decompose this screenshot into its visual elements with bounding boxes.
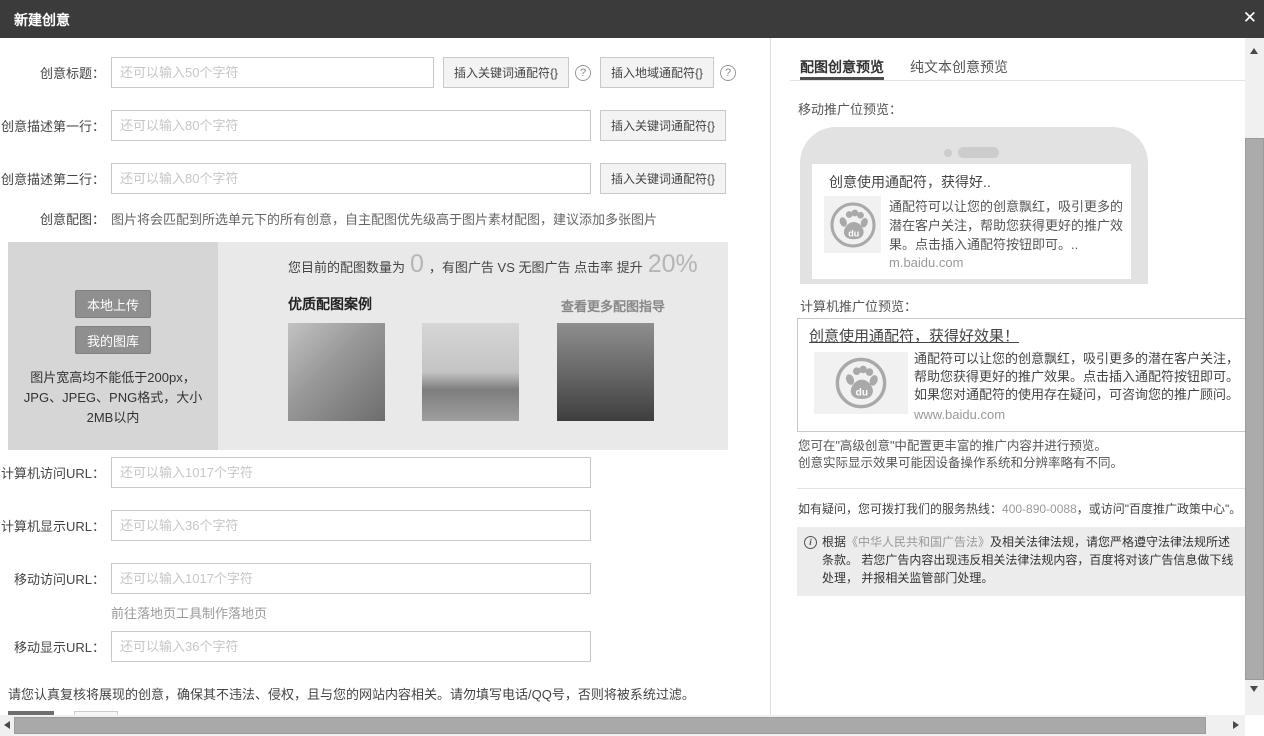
mobile-target-url-input[interactable] [111,563,591,594]
mobile-ad-title: 创意使用通配符，获得好.. [829,172,991,192]
local-upload-button[interactable]: 本地上传 [75,290,151,318]
svg-text:du: du [848,228,859,238]
creative-title-input[interactable] [111,57,434,88]
example-image-interior [288,323,385,421]
landing-page-tool-link[interactable]: 前往落地页工具制作落地页 [111,603,267,622]
creative-image-hint: 图片将会匹配到所选单元下的所有创意，自主配图优先级高于图片素材配图，建议添加多张… [111,209,657,228]
stats-count: 0 [410,250,424,279]
legal-notice-box: i 根据《中华人民共和国广告法》及相关法律法规，请您严格遵守法律法规所述条款。 … [797,527,1246,596]
mobile-ad-card: 创意使用通配符，获得好.. du 通配符可以让您的创意飘红，吸引更多的潜在客户关… [811,163,1132,280]
preview-tabs: 配图创意预览 纯文本创意预览 [800,57,1008,77]
dialog-titlebar: 新建创意 ✕ [0,0,1264,38]
stats-prefix: 您目前的配图数量为 [288,257,405,276]
preview-note-2: 创意实际显示效果可能因设备操作系统和分辨率略有不同。 [798,455,1123,472]
creative-desc2-input[interactable] [111,163,591,194]
legal-prefix: 根据 [822,535,846,549]
pc-target-url-input[interactable] [111,457,591,488]
creative-desc2-label: 创意描述第二行： [0,169,105,188]
desktop-ad-card: 创意使用通配符，获得好效果！ du 通配符可以让您的创意飘红，吸引更多的潜在客户… [797,318,1246,432]
creative-desc1-label: 创意描述第一行： [0,116,105,135]
baidu-paw-icon: du [814,352,908,414]
stats-middle: ，有图广告 VS 无图广告 点击率 提升 [429,257,643,276]
hotline-prefix: 如有疑问，您可拨打我们的服务热线： [798,502,1002,516]
mobile-target-url-label: 移动访问URL： [0,569,105,588]
horizontal-scrollbar-thumb[interactable] [14,717,1206,734]
insert-keyword-wildcard-button[interactable]: 插入关键词通配符{} [443,57,569,88]
insert-keyword-wildcard-button[interactable]: 插入关键词通配符{} [600,110,726,141]
service-hotline-text: 如有疑问，您可拨打我们的服务热线：400-890-0088，或访问"百度推广政策… [798,500,1241,517]
desktop-ad-title: 创意使用通配符，获得好效果！ [809,325,1019,346]
desktop-preview-label: 计算机推广位预览： [800,296,917,315]
example-image-car [422,323,519,421]
preview-notes: 您可在"高级创意"中配置更丰富的推广内容并进行预览。 创意实际显示效果可能因设备… [798,438,1123,472]
tab-text-creative-preview[interactable]: 纯文本创意预览 [910,57,1008,77]
svg-text:du: du [856,388,868,399]
pc-display-url-row: 计算机显示URL： [0,510,591,541]
baidu-paw-icon: du [824,196,881,253]
scroll-down-icon[interactable] [1250,686,1258,692]
pc-display-url-input[interactable] [111,510,591,541]
pc-target-url-row: 计算机访问URL： [0,457,591,488]
my-library-button[interactable]: 我的图库 [75,326,151,354]
scroll-left-icon[interactable] [4,721,10,729]
horizontal-scrollbar[interactable] [0,715,1245,736]
more-image-guide-link[interactable]: 查看更多配图指导 [561,296,665,315]
desktop-ad-text: 通配符可以让您的创意飘红，吸引更多的潜在客户关注，帮助您获得更好的推广效果。点击… [914,350,1239,404]
tab-image-creative-preview[interactable]: 配图创意预览 [800,57,884,77]
mobile-preview-label: 移动推广位预览： [798,99,902,118]
panel-divider [770,38,771,715]
hotline-suffix: ，或访问"百度推广政策中心"。 [1077,502,1242,516]
creative-image-label: 创意配图： [0,209,105,228]
mobile-ad-url: m.baidu.com [889,255,963,270]
creative-image-row: 创意配图： 图片将会匹配到所选单元下的所有创意，自主配图优先级高于图片素材配图，… [0,209,657,228]
image-upload-panel: 本地上传 我的图库 图片宽高均不能低于200px，JPG、JPEG、PNG格式，… [8,242,728,450]
phone-camera-dot [944,149,952,157]
info-icon: i [804,536,817,549]
pc-target-url-label: 计算机访问URL： [0,463,105,482]
preview-divider [797,488,1246,489]
creative-title-row: 创意标题： 插入关键词通配符{} ? 插入地域通配符{} ? [0,57,736,88]
scroll-up-icon[interactable] [1250,48,1258,54]
tabs-border [790,80,1246,81]
close-icon[interactable]: ✕ [1243,8,1257,28]
help-icon[interactable]: ? [575,65,591,81]
vertical-scrollbar[interactable] [1245,38,1264,715]
upload-buttons-area: 本地上传 我的图库 图片宽高均不能低于200px，JPG、JPEG、PNG格式，… [8,242,218,450]
mobile-target-url-row: 移动访问URL： [0,563,591,594]
help-icon[interactable]: ? [720,65,736,81]
mobile-display-url-input[interactable] [111,631,591,662]
phone-speaker-slot [958,147,999,158]
desktop-ad-url: www.baidu.com [914,407,1005,422]
legal-notice-text: 根据《中华人民共和国广告法》及相关法律法规，请您严格遵守法律法规所述条款。 若您… [822,533,1240,587]
mobile-ad-text: 通配符可以让您的创意飘红，吸引更多的潜在客户关注，帮助您获得更好的推广效果。点击… [889,197,1123,254]
examples-title: 优质配图案例 [288,294,372,314]
preview-note-1: 您可在"高级创意"中配置更丰富的推广内容并进行预览。 [798,438,1123,455]
review-notice: 请您认真复核将展现的创意，确保其不违法、侵权，且与您的网站内容相关。请勿填写电话… [8,684,695,703]
dialog-title: 新建创意 [14,10,70,30]
vertical-scrollbar-thumb[interactable] [1245,138,1264,680]
insert-keyword-wildcard-button[interactable]: 插入关键词通配符{} [600,163,726,194]
legal-law-link: 《中华人民共和国广告法》 [846,535,990,549]
creative-title-label: 创意标题： [0,63,105,82]
example-image-cityscape [557,323,654,421]
image-count-stats: 您目前的配图数量为 0 ，有图广告 VS 无图广告 点击率 提升 20% [288,250,703,279]
creative-desc2-row: 创意描述第二行： 插入关键词通配符{} [0,163,726,194]
pc-display-url-label: 计算机显示URL： [0,516,105,535]
hotline-number: 400-890-0088 [1002,502,1077,516]
creative-desc1-row: 创意描述第一行： 插入关键词通配符{} [0,110,726,141]
mobile-display-url-row: 移动显示URL： [0,631,591,662]
insert-region-wildcard-button[interactable]: 插入地域通配符{} [600,57,714,88]
new-creative-dialog: 新建创意 ✕ 创意标题： 插入关键词通配符{} ? 插入地域通配符{} ? 创意… [0,0,1264,736]
scroll-right-icon[interactable] [1233,721,1239,729]
creative-desc1-input[interactable] [111,110,591,141]
image-requirements-text: 图片宽高均不能低于200px，JPG、JPEG、PNG格式，大小2MB以内 [13,368,213,428]
stats-percent: 20% [648,250,698,279]
mobile-display-url-label: 移动显示URL： [0,637,105,656]
